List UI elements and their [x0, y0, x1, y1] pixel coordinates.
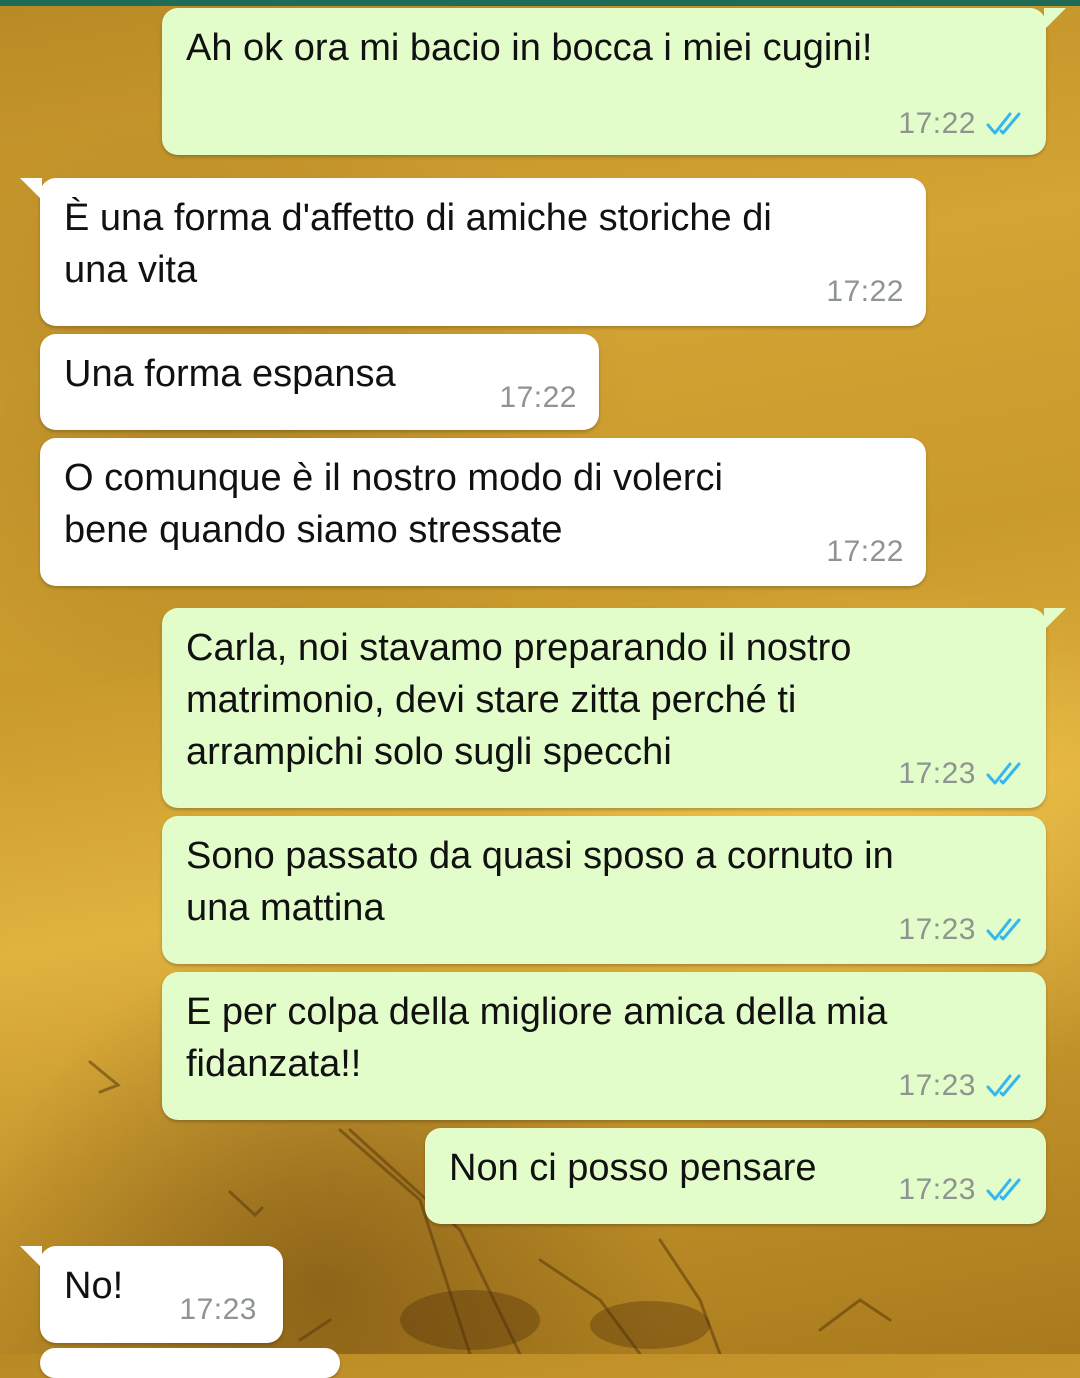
message-time: 17:22: [826, 275, 904, 308]
outgoing-message-bubble[interactable]: Carla, noi stavamo preparando il nostro …: [162, 608, 1066, 808]
bubble-tail: [20, 178, 42, 200]
outgoing-message-bubble[interactable]: E per colpa della migliore amica della m…: [162, 972, 1046, 1120]
message-meta: 17:22: [826, 274, 904, 310]
read-check-icon: [986, 1178, 1021, 1201]
read-check-icon: [986, 112, 1021, 135]
message-text: Carla, noi stavamo preparando il nostro …: [186, 627, 852, 773]
message-meta: 17:22: [499, 380, 577, 416]
message-meta: 17:23: [898, 1172, 1024, 1208]
message-time: 17:23: [898, 757, 976, 790]
message-time: 17:23: [898, 913, 976, 946]
message-text: È una forma d'affetto di amiche storiche…: [64, 197, 772, 291]
message-text: Una forma espansa: [64, 353, 396, 395]
bubble-tail: [1044, 608, 1066, 630]
message-meta: 17:23: [898, 912, 1024, 948]
message-meta: 17:22: [826, 534, 904, 570]
message-time: 17:23: [898, 1069, 976, 1102]
message-meta: 17:22: [898, 106, 1024, 142]
outgoing-message-bubble[interactable]: Non ci posso pensare 17:23: [425, 1128, 1046, 1224]
read-check-icon: [986, 1074, 1021, 1097]
read-check-icon: [986, 918, 1021, 941]
message-time: 17:23: [179, 1293, 257, 1326]
message-text: Sono passato da quasi sposo a cornuto in…: [186, 835, 894, 929]
read-check-icon: [986, 762, 1021, 785]
message-text: Non ci posso pensare: [449, 1147, 817, 1189]
message-meta: 17:23: [898, 756, 1024, 792]
outgoing-message-bubble[interactable]: Sono passato da quasi sposo a cornuto in…: [162, 816, 1046, 964]
incoming-message-bubble-partial[interactable]: [40, 1348, 340, 1378]
outgoing-message-bubble[interactable]: Ah ok ora mi bacio in bocca i miei cugin…: [162, 8, 1066, 155]
incoming-message-bubble[interactable]: Una forma espansa 17:22: [40, 334, 599, 430]
incoming-message-bubble[interactable]: O comunque è il nostro modo di volerci b…: [40, 438, 926, 586]
bubble-tail: [20, 1246, 42, 1268]
message-time: 17:22: [826, 535, 904, 568]
message-text: Ah ok ora mi bacio in bocca i miei cugin…: [186, 27, 873, 69]
incoming-message-bubble[interactable]: No! 17:23: [20, 1246, 283, 1343]
bubble-tail: [1044, 8, 1066, 30]
message-time: 17:22: [499, 381, 577, 414]
message-text: No!: [64, 1265, 124, 1307]
message-meta: 17:23: [179, 1292, 257, 1328]
message-time: 17:23: [898, 1173, 976, 1206]
message-time: 17:22: [898, 107, 976, 140]
top-strip: [0, 0, 1080, 6]
incoming-message-bubble[interactable]: È una forma d'affetto di amiche storiche…: [20, 178, 926, 326]
message-text: E per colpa della migliore amica della m…: [186, 991, 888, 1085]
message-meta: 17:23: [898, 1068, 1024, 1104]
message-text: O comunque è il nostro modo di volerci b…: [64, 457, 723, 551]
